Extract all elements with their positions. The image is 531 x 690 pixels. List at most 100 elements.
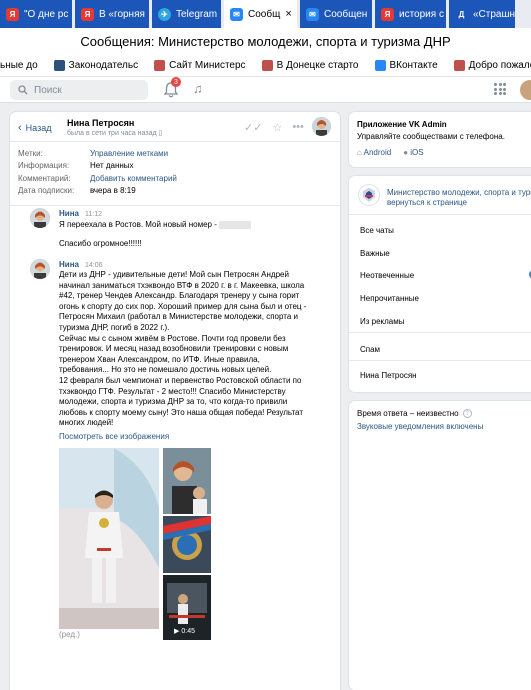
browser-tab-bar: Я "О дне рс Я В «горняя ✈ Telegram ✉ Сообщ × ✉ Соо… (0, 0, 531, 28)
search-icon (18, 85, 28, 95)
android-icon: ⌂ (357, 148, 362, 157)
back-button[interactable]: ‹ Назад (18, 122, 51, 134)
chat-filter-item[interactable]: Важные (360, 249, 390, 258)
bookmark-label: Сайт Министерс (169, 60, 246, 71)
promo-subtitle: Управляйте сообществами с телефона. (357, 132, 505, 141)
bookmark-item[interactable]: ьные до (0, 60, 38, 71)
bookmark-icon (154, 60, 166, 71)
bookmark-label: Добро пожалова (468, 60, 531, 71)
close-tab-icon[interactable]: × (285, 8, 291, 20)
bookmark-item[interactable]: Добро пожалова (453, 60, 531, 71)
bookmark-item[interactable]: Сайт Министерс (154, 60, 246, 71)
promo-title: Приложение VK Admin (357, 120, 447, 129)
apps-grid-icon[interactable] (494, 83, 506, 95)
info-row: Комментарий: Добавить комментарий (18, 172, 318, 185)
redacted-phone (219, 220, 252, 229)
message-text: Я переехала в Ростов. Мой новый номер - (59, 220, 309, 231)
info-value[interactable]: Добавить комментарий (90, 174, 177, 183)
community-back-link[interactable]: вернуться к странице (387, 198, 467, 207)
user-avatar[interactable] (520, 80, 531, 100)
chat-filter-menu: Министерство молодежи, спорта и туриз ве… (349, 176, 531, 392)
browser-tab[interactable]: ✉ Сообщ × (224, 0, 297, 28)
vk-message-icon: ✉ (230, 7, 243, 21)
bookmark-icon (453, 60, 465, 71)
bookmark-item[interactable]: Законодательс (53, 60, 139, 71)
star-icon[interactable]: ☆ (272, 121, 282, 134)
message-avatar[interactable] (30, 259, 50, 279)
ios-link[interactable]: ● iOS (403, 148, 423, 157)
notifications-badge: 3 (171, 77, 181, 87)
yandex-icon: Я (6, 7, 19, 21)
tab-label: "О дне рс (24, 8, 69, 20)
info-value[interactable]: Управление метками (90, 149, 168, 158)
edited-label: (ред.) (59, 630, 80, 639)
message-time: 11:12 (84, 211, 102, 218)
chat-filter-item[interactable]: Неотвеченные (360, 271, 414, 280)
telegram-icon: ✈ (158, 7, 171, 21)
browser-tab[interactable]: Я "О дне рс (0, 0, 72, 28)
message-text: Спасибо огромное!!!!!! (59, 239, 142, 248)
bookmarks-bar: ьные до Законодательс Сайт Министерс В Доне… (0, 55, 531, 77)
chevron-left-icon: ‹ (18, 122, 22, 134)
chat-filter-item[interactable]: Спам (360, 345, 380, 354)
bookmark-icon (261, 60, 273, 71)
message-avatar[interactable] (30, 208, 50, 228)
info-key: Информация: (18, 161, 70, 171)
chat-filter-item[interactable]: Непрочитанные (360, 294, 419, 303)
chat-filter-item[interactable]: Нина Петросян (360, 371, 417, 380)
info-row: Метки: Управление метками (18, 147, 318, 160)
peer-info: Метки: Управление метками Информация: Нет д… (18, 147, 318, 197)
vk-header: Поиск 3 ♫ (0, 77, 531, 103)
chat-filter-item[interactable]: Все чаты (360, 226, 394, 235)
vk-message-icon: ✉ (306, 7, 319, 21)
browser-tab[interactable]: Яистория с (375, 0, 446, 28)
yandex-icon: Я (81, 7, 94, 21)
tab-label: история с (399, 8, 444, 20)
apple-icon: ● (403, 148, 409, 157)
divider (349, 360, 531, 361)
message-author[interactable]: Нина (59, 260, 79, 269)
info-key: Комментарий: (18, 173, 71, 183)
info-value: Нет данных (90, 161, 134, 171)
android-link[interactable]: ⌂ Android (357, 148, 391, 157)
community-name[interactable]: Министерство молодежи, спорта и туриз (387, 188, 531, 197)
message-author[interactable]: Нина (59, 209, 79, 218)
search-input[interactable]: Поиск (10, 80, 148, 100)
chat-panel: ‹ Назад Нина Петросян была в сети три ча… (10, 112, 340, 690)
peer-name[interactable]: Нина Петросян (67, 118, 134, 128)
back-label: Назад (25, 123, 52, 133)
divider (10, 205, 340, 206)
photo-attachment[interactable] (59, 448, 159, 629)
site-icon: Д (458, 9, 465, 19)
music-icon[interactable]: ♫ (193, 81, 203, 96)
bookmark-label: В Донецке старто (276, 60, 359, 71)
message-text: Дети из ДНР - удивительные дети! Мой сын… (59, 270, 307, 428)
message-time: 14:06 (84, 262, 103, 269)
browser-tab[interactable]: Я В «горняя (75, 0, 149, 28)
bookmark-icon (374, 60, 386, 71)
bookmark-label: ВКонтакте (389, 60, 438, 71)
photo-attachment[interactable] (163, 516, 211, 573)
more-icon[interactable]: ••• (292, 121, 304, 134)
browser-tab[interactable]: ✉ Сообщен (300, 0, 372, 28)
bookmark-label: ьные до (0, 60, 38, 71)
bookmark-item[interactable]: В Донецке старто (261, 60, 359, 71)
help-icon[interactable]: ? (462, 409, 472, 418)
view-all-images-link[interactable]: Посмотреть все изображения (59, 432, 309, 443)
browser-tab[interactable]: Д «Страшн (449, 0, 515, 28)
bookmark-item[interactable]: ВКонтакте (374, 60, 438, 71)
chat-filter-item[interactable]: Из рекламы (360, 317, 405, 326)
sound-notifications-link[interactable]: Звуковые уведомления включены (357, 422, 483, 431)
community-logo[interactable] (359, 185, 379, 205)
chat-header: ‹ Назад Нина Петросян была в сети три ча… (10, 112, 340, 142)
tab-label: Сообщен (324, 8, 368, 20)
bookmark-label: Законодательс (68, 60, 139, 71)
divider (349, 332, 531, 333)
peer-avatar[interactable] (312, 117, 331, 136)
divider (349, 214, 531, 215)
checkmarks-icon[interactable]: ✓✓ (244, 121, 262, 134)
photo-attachment[interactable] (163, 448, 211, 514)
browser-tab[interactable]: ✈ Telegram (152, 0, 221, 28)
vk-admin-promo: Приложение VK Admin Управляйте сообществ… (349, 112, 531, 167)
response-time: Время ответа – неизвестно ? (357, 409, 472, 418)
